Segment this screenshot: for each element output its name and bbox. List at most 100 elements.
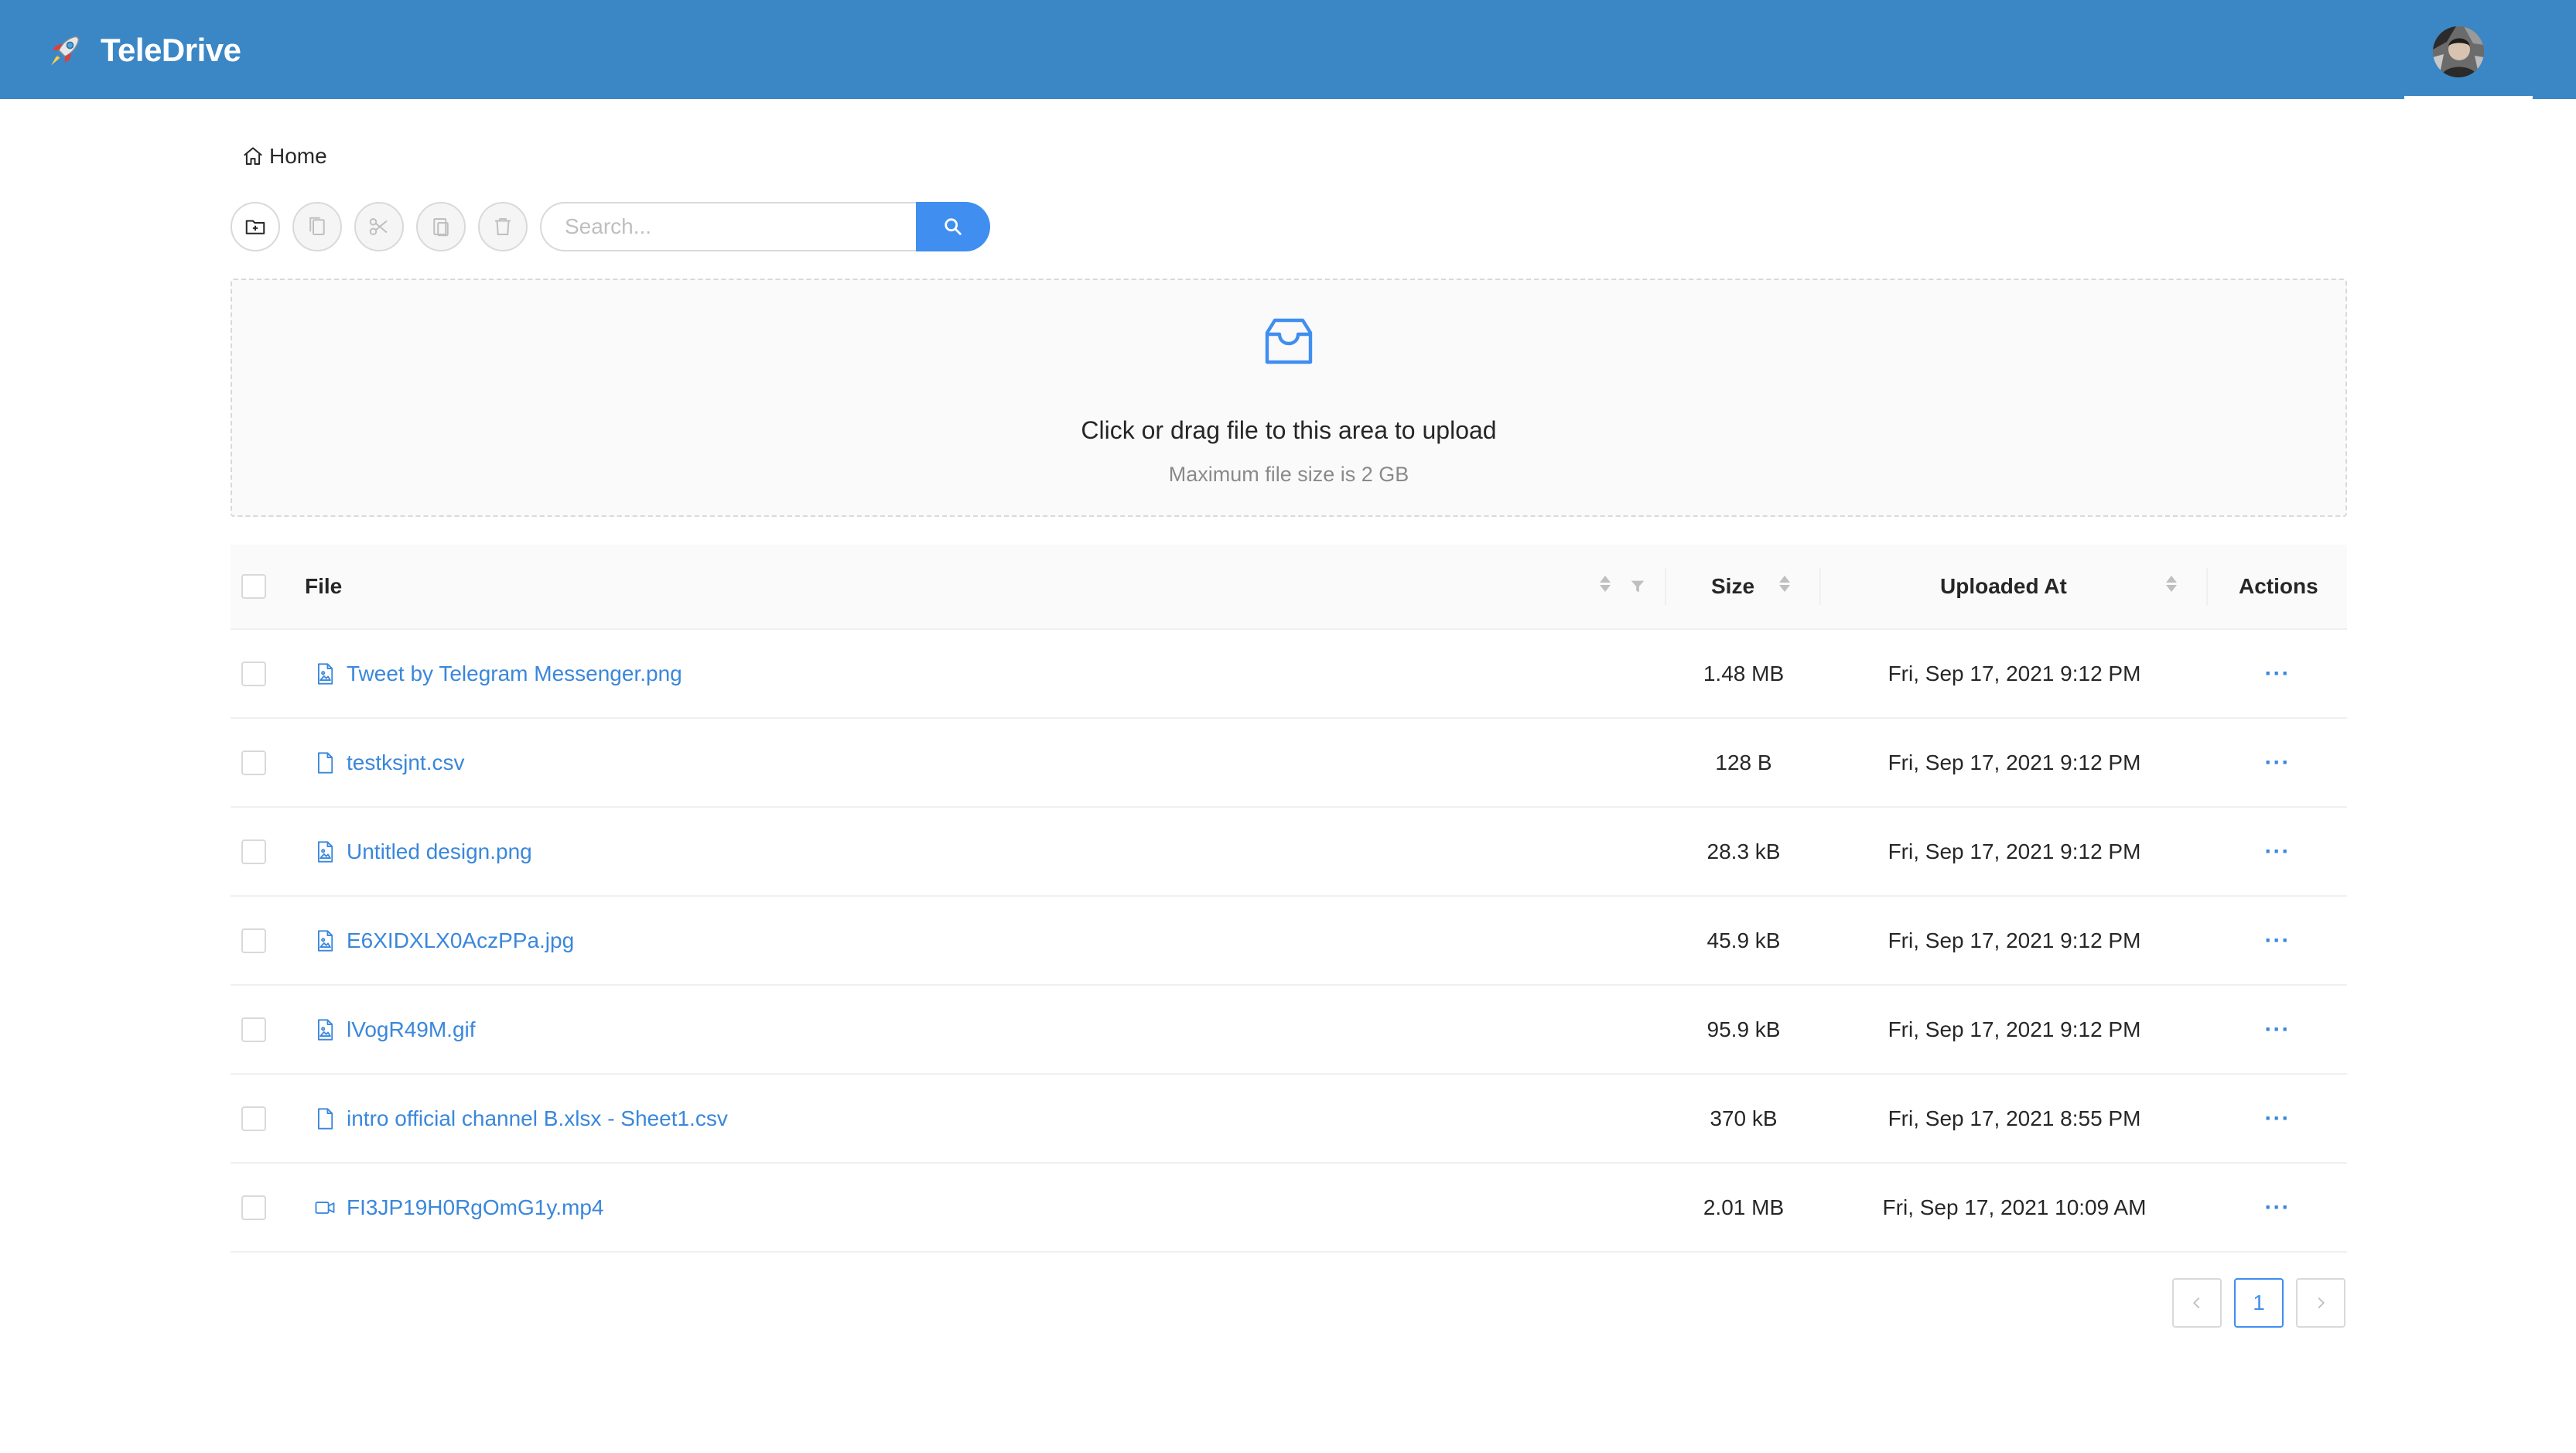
column-uploaded-at[interactable]: Uploaded At xyxy=(1940,545,2067,628)
next-page-button[interactable] xyxy=(2296,1278,2345,1328)
file-icon xyxy=(314,1107,347,1130)
app-logo[interactable]: TeleDrive xyxy=(45,29,241,71)
column-divider xyxy=(2206,568,2208,605)
actions-cell: ··· xyxy=(2208,897,2347,984)
app-title: TeleDrive xyxy=(101,32,241,68)
avatar[interactable] xyxy=(2433,26,2484,77)
uploaded-at: Fri, Sep 17, 2021 8:55 PM xyxy=(1888,1106,2141,1130)
select-all-checkbox[interactable] xyxy=(241,574,266,599)
column-size[interactable]: Size xyxy=(1711,545,1754,628)
image-file-icon xyxy=(314,662,347,685)
more-actions-button[interactable]: ··· xyxy=(2265,750,2291,776)
new-folder-button[interactable] xyxy=(231,202,280,251)
search-icon xyxy=(945,218,962,235)
search-group xyxy=(540,202,990,251)
actions-cell: ··· xyxy=(2208,986,2347,1073)
file-cell: E6XIDXLX0AczPPa.jpg xyxy=(314,897,574,984)
uploaded-at: Fri, Sep 17, 2021 9:12 PM xyxy=(1888,750,2141,774)
file-name: lVogR49M.gif xyxy=(347,1017,476,1041)
table-row[interactable]: Tweet by Telegram Messenger.png 1.48 MB Fr… xyxy=(231,630,2347,719)
breadcrumb: Home xyxy=(241,142,327,170)
row-checkbox[interactable] xyxy=(241,928,266,953)
breadcrumb-home[interactable]: Home xyxy=(269,144,327,169)
table-row[interactable]: lVogR49M.gif 95.9 kB Fri, Sep 17, 2021 9:1… xyxy=(231,986,2347,1075)
home-icon xyxy=(244,147,262,165)
search-input[interactable] xyxy=(540,202,916,251)
image-file-icon xyxy=(314,1018,347,1041)
file-size: 95.9 kB xyxy=(1707,1017,1781,1041)
prev-page-button[interactable] xyxy=(2172,1278,2222,1328)
file-link[interactable]: Tweet by Telegram Messenger.png xyxy=(314,662,682,686)
filter-icon[interactable] xyxy=(1629,578,1646,595)
more-actions-button[interactable]: ··· xyxy=(2265,661,2291,687)
row-select-cell xyxy=(241,897,266,984)
table-row[interactable]: testksjnt.csv 128 B Fri, Sep 17, 2021 9:12… xyxy=(231,719,2347,808)
actions-cell: ··· xyxy=(2208,630,2347,717)
file-size: 28.3 kB xyxy=(1707,839,1781,863)
table-header: File Size Uploaded At Actions xyxy=(231,545,2347,630)
table-row[interactable]: FI3JP19H0RgOmG1y.mp4 2.01 MB Fri, Sep 17, … xyxy=(231,1164,2347,1253)
cut-button[interactable] xyxy=(354,202,404,251)
file-link[interactable]: Untitled design.png xyxy=(314,839,532,864)
row-checkbox[interactable] xyxy=(241,750,266,775)
paste-button[interactable] xyxy=(416,202,466,251)
file-link[interactable]: lVogR49M.gif xyxy=(314,1017,476,1042)
table-row[interactable]: E6XIDXLX0AczPPa.jpg 45.9 kB Fri, Sep 17, 2… xyxy=(231,897,2347,986)
app-header: TeleDrive xyxy=(0,0,2576,99)
delete-button[interactable] xyxy=(478,202,528,251)
page-1-button[interactable]: 1 xyxy=(2234,1278,2284,1328)
file-link[interactable]: FI3JP19H0RgOmG1y.mp4 xyxy=(314,1195,604,1220)
file-cell: testksjnt.csv xyxy=(314,719,464,806)
file-link[interactable]: E6XIDXLX0AczPPa.jpg xyxy=(314,928,574,953)
file-name: FI3JP19H0RgOmG1y.mp4 xyxy=(347,1195,604,1219)
files-table: File Size Uploaded At Actions Tweet by T… xyxy=(231,545,2347,1253)
actions-cell: ··· xyxy=(2208,1075,2347,1162)
file-name: testksjnt.csv xyxy=(347,750,465,774)
more-actions-button[interactable]: ··· xyxy=(2265,1017,2291,1043)
uploaded-at: Fri, Sep 17, 2021 9:12 PM xyxy=(1888,839,2141,863)
file-cell: Untitled design.png xyxy=(314,808,532,895)
more-actions-button[interactable]: ··· xyxy=(2265,839,2291,865)
table-row[interactable]: Untitled design.png 28.3 kB Fri, Sep 17, 2… xyxy=(231,808,2347,897)
file-sort-icon[interactable] xyxy=(1600,576,1611,592)
more-actions-button[interactable]: ··· xyxy=(2265,1106,2291,1132)
cut-icon xyxy=(369,218,388,235)
upload-dragger[interactable]: Click or drag file to this area to uploa… xyxy=(231,279,2347,517)
actions-cell: ··· xyxy=(2208,1164,2347,1251)
row-checkbox[interactable] xyxy=(241,1195,266,1220)
more-actions-button[interactable]: ··· xyxy=(2265,928,2291,954)
file-link[interactable]: testksjnt.csv xyxy=(314,750,464,775)
new-folder-icon xyxy=(245,220,265,234)
user-menu[interactable] xyxy=(2404,0,2533,99)
column-file[interactable]: File xyxy=(305,545,342,628)
uploaded-at: Fri, Sep 17, 2021 9:12 PM xyxy=(1888,661,2141,685)
row-checkbox[interactable] xyxy=(241,661,266,686)
file-link[interactable]: intro official channel B.xlsx - Sheet1.c… xyxy=(314,1106,728,1131)
more-actions-button[interactable]: ··· xyxy=(2265,1195,2291,1221)
file-size: 128 B xyxy=(1715,750,1772,774)
file-icon xyxy=(314,751,347,774)
file-size: 2.01 MB xyxy=(1703,1195,1785,1219)
row-select-cell xyxy=(241,630,266,717)
size-sort-icon[interactable] xyxy=(1779,576,1790,592)
file-name: E6XIDXLX0AczPPa.jpg xyxy=(347,928,575,952)
row-select-cell xyxy=(241,1164,266,1251)
file-size: 370 kB xyxy=(1710,1106,1778,1130)
row-checkbox[interactable] xyxy=(241,1106,266,1131)
row-select-cell xyxy=(241,808,266,895)
delete-icon xyxy=(495,218,511,235)
toolbar xyxy=(231,201,990,252)
uploaded-sort-icon[interactable] xyxy=(2166,576,2177,592)
row-checkbox[interactable] xyxy=(241,1017,266,1042)
uploaded-at: Fri, Sep 17, 2021 9:12 PM xyxy=(1888,1017,2141,1041)
image-file-icon xyxy=(314,840,347,863)
copy-button[interactable] xyxy=(292,202,342,251)
row-checkbox[interactable] xyxy=(241,839,266,864)
file-cell: FI3JP19H0RgOmG1y.mp4 xyxy=(314,1164,604,1251)
file-name: Tweet by Telegram Messenger.png xyxy=(347,661,682,685)
file-name: intro official channel B.xlsx - Sheet1.c… xyxy=(347,1106,728,1130)
column-actions: Actions xyxy=(2239,574,2318,598)
table-row[interactable]: intro official channel B.xlsx - Sheet1.c… xyxy=(231,1075,2347,1164)
actions-cell: ··· xyxy=(2208,719,2347,806)
search-button[interactable] xyxy=(916,202,990,251)
